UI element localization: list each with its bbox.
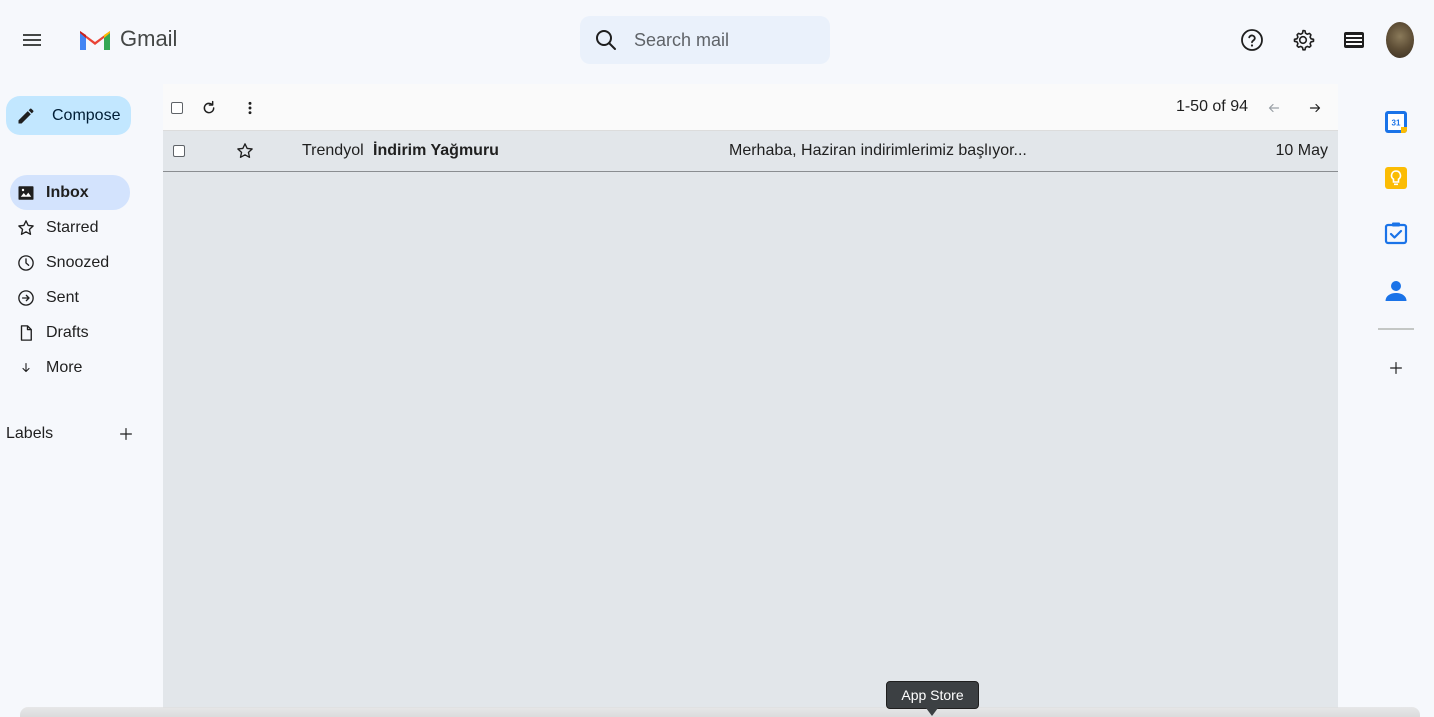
sidebar-item-label: More: [46, 358, 83, 376]
hamburger-menu-icon: [23, 34, 41, 46]
compose-label: Compose: [52, 106, 121, 124]
message-list-panel: 1-50 of 94 Trendyol İndirim Yağmuru Merh…: [163, 84, 1338, 708]
storage-icon: [1344, 32, 1364, 48]
clock-icon: [17, 254, 35, 272]
dock-tooltip: App Store: [886, 681, 979, 709]
email-date: 10 May: [1275, 142, 1328, 159]
email-sender: Trendyol: [302, 142, 364, 159]
contacts-app-button[interactable]: [1382, 276, 1410, 304]
sidebar-item-inbox[interactable]: Inbox: [10, 175, 130, 210]
checkbox-icon: [173, 145, 185, 157]
app-name: Gmail: [120, 26, 178, 51]
pagination-text: 1-50 of 94: [1175, 98, 1248, 115]
star-icon: [17, 219, 35, 237]
keep-app-button[interactable]: [1382, 164, 1410, 192]
select-all-checkbox[interactable]: [165, 96, 189, 120]
top-bar: Gmail: [0, 0, 1434, 80]
plus-icon: [120, 428, 132, 440]
newer-button[interactable]: [1262, 96, 1286, 120]
sidebar-item-more[interactable]: More: [10, 350, 150, 385]
sidebar-item-label: Inbox: [46, 183, 89, 201]
email-subject: İndirim Yağmuru: [373, 142, 499, 159]
apps-button[interactable]: [1334, 20, 1374, 60]
sidebar-item-label: Drafts: [46, 323, 89, 341]
list-toolbar: 1-50 of 94: [163, 84, 1338, 131]
help-icon: [1241, 29, 1263, 51]
gear-icon: [1293, 29, 1315, 51]
sidebar-item-drafts[interactable]: Drafts: [10, 315, 150, 350]
sidebar-item-label: Starred: [46, 218, 99, 236]
star-toggle-button[interactable]: [235, 141, 255, 161]
dock-edge: [20, 707, 1420, 717]
calendar-day: 31: [1392, 119, 1401, 128]
search-button[interactable]: [580, 28, 632, 52]
account-avatar[interactable]: [1386, 22, 1414, 58]
support-button[interactable]: [1232, 20, 1272, 60]
calendar-app-button[interactable]: 31: [1382, 108, 1410, 136]
gmail-m-icon: [80, 31, 110, 50]
email-select-checkbox[interactable]: [173, 145, 185, 157]
star-icon: [237, 143, 253, 158]
checkbox-icon: [171, 102, 183, 114]
refresh-button[interactable]: [197, 96, 221, 120]
side-panel-divider: [1378, 328, 1414, 330]
chevron-down-icon: [17, 359, 35, 377]
contacts-icon: [1385, 281, 1407, 301]
sidebar-item-label: Sent: [46, 288, 79, 306]
compose-button[interactable]: Compose: [6, 96, 131, 135]
tooltip-arrow: [926, 708, 938, 716]
plus-icon: [1390, 362, 1402, 374]
sidebar-item-label: Snoozed: [46, 253, 110, 271]
pencil-icon: [16, 106, 36, 126]
calendar-icon: 31: [1385, 111, 1407, 133]
labels-section: Labels: [6, 424, 136, 444]
email-snippet: Merhaba, Haziran indirimlerimiz başlıyor…: [729, 142, 1027, 159]
more-vert-icon: [248, 101, 252, 115]
more-actions-button[interactable]: [238, 96, 262, 120]
search-input[interactable]: [634, 29, 814, 51]
sidebar-item-starred[interactable]: Starred: [10, 210, 150, 245]
get-addons-button[interactable]: [1382, 354, 1410, 382]
sidebar-nav: Inbox Starred Snoozed Sent Drafts More: [10, 175, 150, 385]
settings-button[interactable]: [1283, 20, 1323, 60]
create-label-button[interactable]: [116, 424, 136, 444]
sidebar-item-sent[interactable]: Sent: [10, 280, 150, 315]
draft-icon: [17, 324, 35, 342]
email-row[interactable]: Trendyol İndirim Yağmuru Merhaba, Hazira…: [163, 131, 1338, 172]
inbox-icon: [17, 184, 35, 202]
send-icon: [17, 289, 35, 307]
refresh-icon: [203, 100, 215, 114]
main-menu-button[interactable]: [12, 20, 52, 60]
labels-heading: Labels: [6, 425, 54, 442]
gmail-logo[interactable]: Gmail: [78, 26, 177, 52]
search-bar: [580, 16, 830, 64]
arrow-right-icon: [1309, 103, 1321, 113]
tasks-icon: [1384, 222, 1408, 245]
search-icon: [596, 30, 616, 50]
keep-icon: [1385, 167, 1407, 189]
sidebar-item-snoozed[interactable]: Snoozed: [10, 245, 150, 280]
tasks-app-button[interactable]: [1382, 219, 1410, 247]
arrow-left-icon: [1268, 103, 1280, 113]
older-button[interactable]: [1303, 96, 1327, 120]
